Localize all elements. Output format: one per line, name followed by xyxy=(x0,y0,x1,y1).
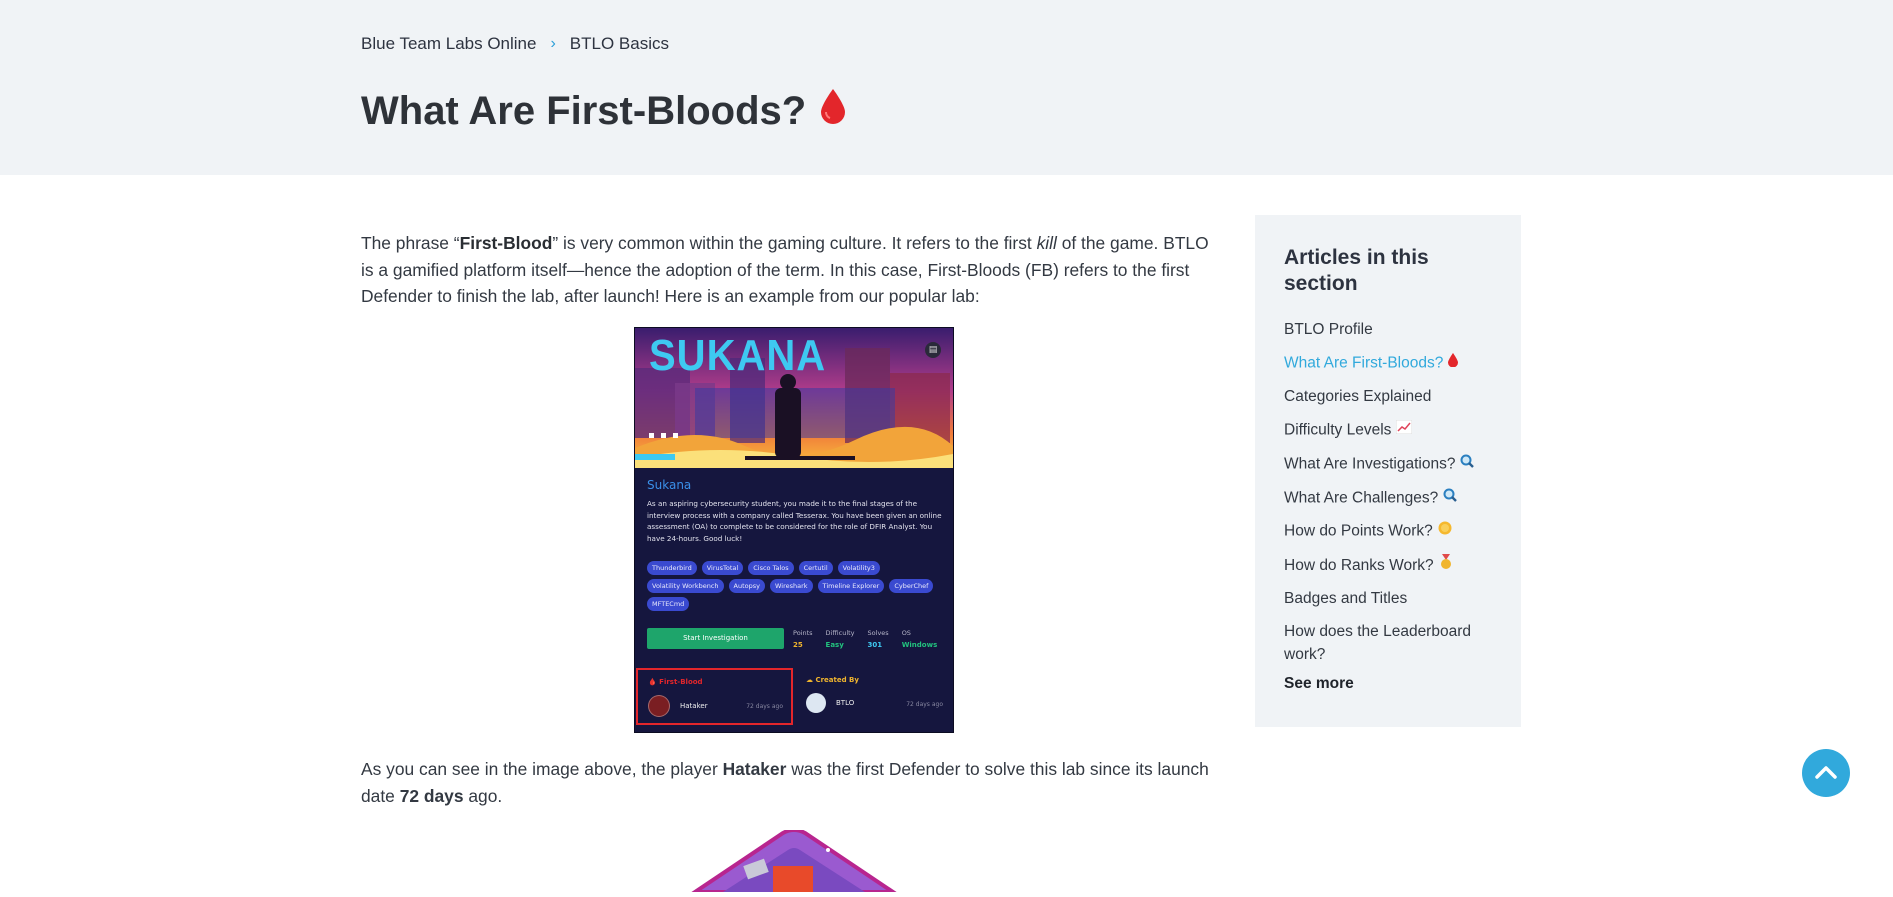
sidebar-item-leaderboard[interactable]: How does the Leaderboard work? xyxy=(1284,621,1504,666)
stat-solves: Solves 301 xyxy=(867,629,889,649)
days-count: 72 days xyxy=(399,785,464,806)
created-by-heading: ☁ Created By xyxy=(806,676,859,684)
page-title: What Are First-Bloods? xyxy=(361,88,846,134)
sidebar-item-challenges[interactable]: What Are Challenges? xyxy=(1284,487,1504,510)
magnifying-glass-icon xyxy=(1460,453,1475,476)
breadcrumb-current-link[interactable]: BTLO Basics xyxy=(570,34,669,54)
avatar xyxy=(806,693,826,713)
tool-tag: Thunderbird xyxy=(647,561,697,575)
first-blood-heading: 🩸 First-Blood xyxy=(648,678,703,686)
tool-tag: Timeline Explorer xyxy=(817,579,885,593)
first-blood-time: 72 days ago xyxy=(746,703,783,710)
sidebar-item-categories[interactable]: Categories Explained xyxy=(1284,386,1504,409)
intro-paragraph: The phrase “First-Blood” is very common … xyxy=(361,233,1209,306)
created-by-time: 72 days ago xyxy=(906,701,943,708)
stat-os: OS Windows xyxy=(901,629,938,649)
breadcrumb: Blue Team Labs Online › BTLO Basics xyxy=(361,34,669,54)
stat-difficulty: Difficulty Easy xyxy=(825,629,855,649)
sidebar-item-badges[interactable]: Badges and Titles xyxy=(1284,588,1504,611)
document-icon: ▤ xyxy=(925,342,941,358)
avatar xyxy=(648,695,670,717)
breadcrumb-separator-icon: › xyxy=(550,35,556,52)
sidebar-item-investigations[interactable]: What Are Investigations? xyxy=(1284,453,1504,476)
stat-points: Points 25 xyxy=(793,629,813,649)
lab-card-screenshot: SUKANA ▤ Sukana As an aspiring cybersecu… xyxy=(634,327,954,733)
article-body: The phrase “First-Blood” is very common … xyxy=(361,230,1223,310)
lab-stats: Points 25 Difficulty Easy Solves 301 OS Wind… xyxy=(793,629,937,649)
lab-description: As an aspiring cybersecurity student, yo… xyxy=(647,499,942,543)
tool-tag: Autopsy xyxy=(728,579,765,593)
see-more-link[interactable]: See more xyxy=(1284,675,1354,693)
first-blood-term: First-Blood xyxy=(459,233,553,253)
sidebar-title: Articles in this section xyxy=(1284,246,1429,295)
start-investigation-button: Start Investigation xyxy=(647,628,784,649)
created-by-user: BTLO xyxy=(806,693,854,713)
tool-tag: Volatility3 xyxy=(837,561,880,575)
scroll-to-top-button[interactable] xyxy=(1802,749,1850,797)
sidebar-item-difficulty-levels[interactable]: Difficulty Levels xyxy=(1284,419,1504,442)
explanation-paragraph: As you can see in the image above, the p… xyxy=(361,759,1209,806)
blood-drop-icon xyxy=(820,88,846,134)
first-blood-badge-image xyxy=(683,828,905,897)
tool-tag: Volatility Workbench xyxy=(647,579,724,593)
section-articles-sidebar: Articles in this section BTLO Profile Wh… xyxy=(1255,215,1521,727)
lab-banner-image: SUKANA ▤ xyxy=(635,328,953,468)
blood-drop-icon xyxy=(1448,352,1459,375)
chart-increasing-icon xyxy=(1395,419,1413,442)
medal-icon xyxy=(1439,553,1453,578)
chevron-up-icon xyxy=(1815,766,1837,779)
lab-tool-tags: Thunderbird VirusTotal Cisco Talos Certu… xyxy=(647,561,947,611)
tool-tag: MFTECmd xyxy=(647,597,690,611)
coin-icon xyxy=(1438,520,1452,543)
lab-name: Sukana xyxy=(647,478,692,492)
first-blood-user: Hataker xyxy=(648,695,708,717)
sidebar-item-ranks[interactable]: How do Ranks Work? xyxy=(1284,553,1504,578)
tool-tag: Cisco Talos xyxy=(748,561,794,575)
player-name: Hataker xyxy=(722,759,787,779)
lab-banner-title: SUKANA xyxy=(649,332,827,380)
created-by-username: BTLO xyxy=(836,699,855,707)
sidebar-item-first-bloods[interactable]: What Are First-Bloods? xyxy=(1284,352,1504,375)
first-blood-highlight-box: 🩸 First-Blood Hataker 72 days ago xyxy=(636,668,793,725)
page-header: Blue Team Labs Online › BTLO Basics What… xyxy=(0,0,1893,175)
magnifying-glass-icon xyxy=(1443,487,1458,510)
page-title-text: What Are First-Bloods? xyxy=(361,88,807,133)
breadcrumb-home-link[interactable]: Blue Team Labs Online xyxy=(361,34,536,54)
sidebar-item-points[interactable]: How do Points Work? xyxy=(1284,520,1504,543)
tool-tag: VirusTotal xyxy=(701,561,744,575)
tool-tag: Wireshark xyxy=(770,579,813,593)
first-blood-username: Hataker xyxy=(680,702,708,710)
tool-tag: Certutil xyxy=(798,561,833,575)
tool-tag: CyberChef xyxy=(889,579,934,593)
sidebar-article-list: BTLO Profile What Are First-Bloods? Cate… xyxy=(1284,319,1504,677)
sidebar-item-btlo-profile[interactable]: BTLO Profile xyxy=(1284,319,1504,342)
